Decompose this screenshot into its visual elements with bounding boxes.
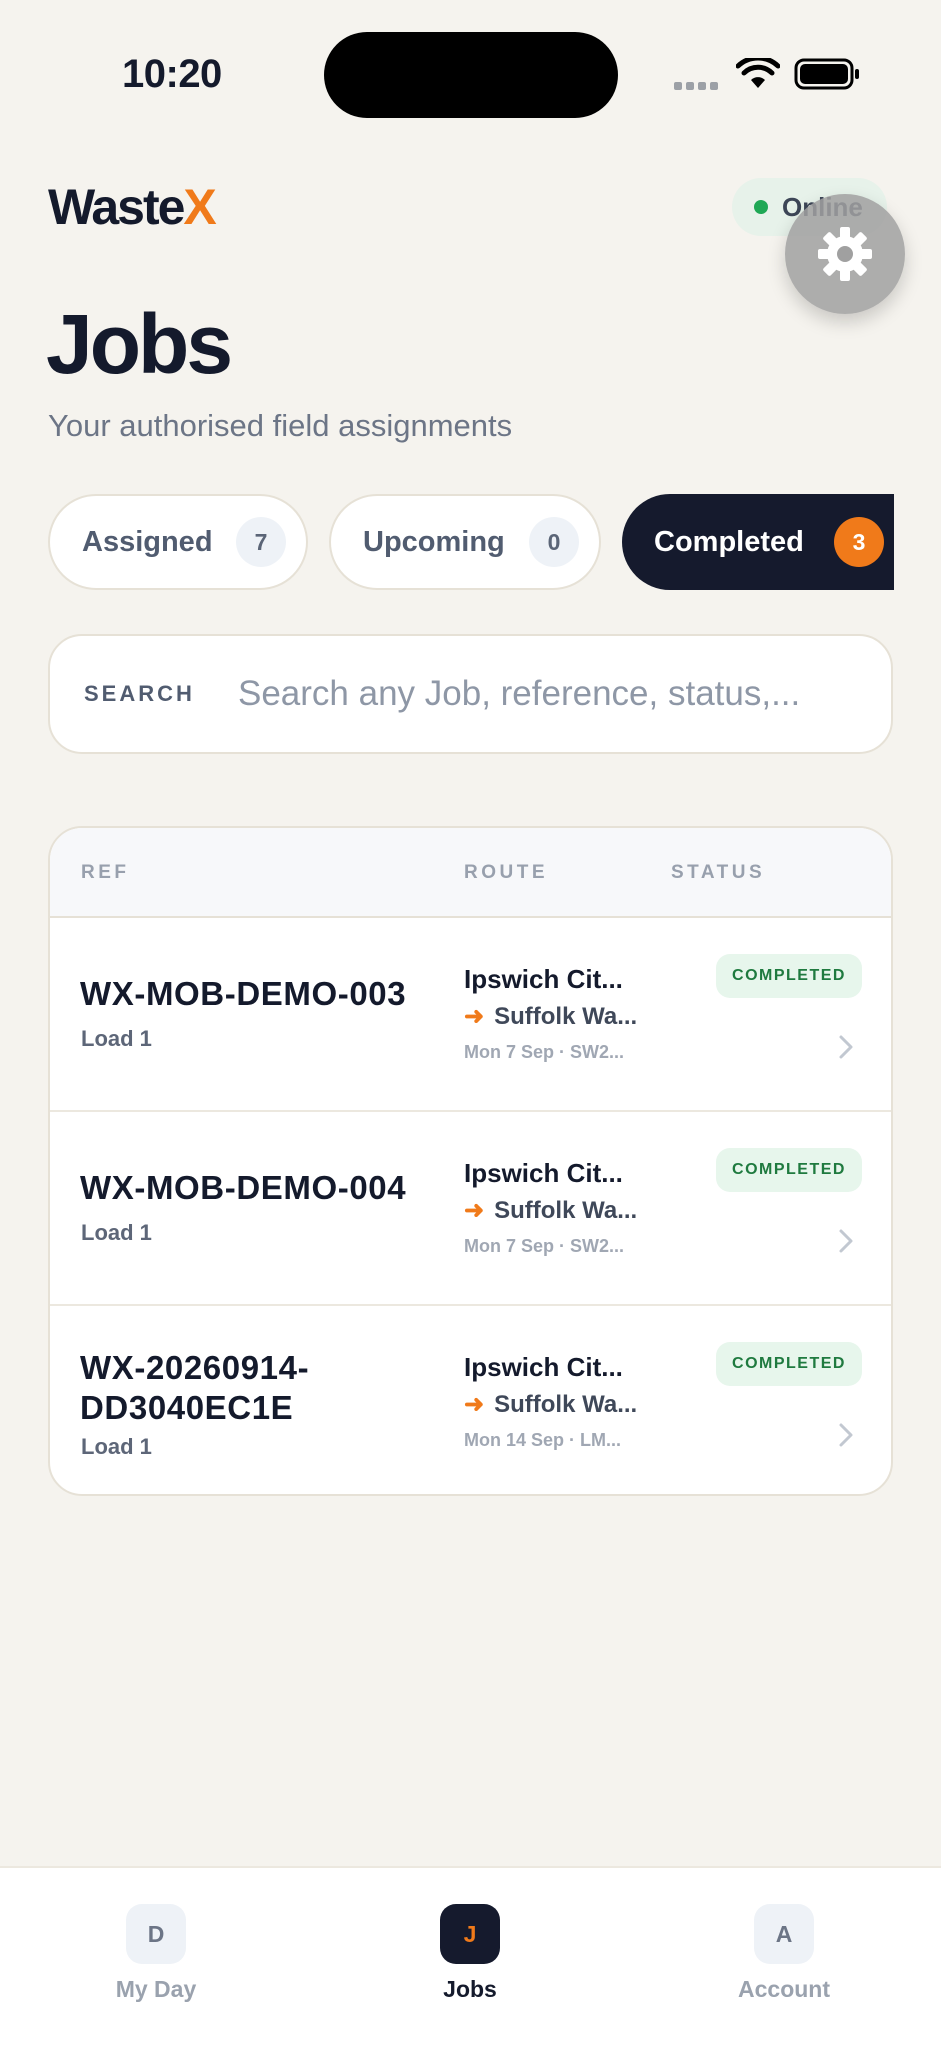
chevron-right-icon (839, 1423, 853, 1447)
nav-icon: D (126, 1904, 186, 1964)
settings-button[interactable] (785, 194, 905, 314)
bottom-navigation: D My Day J Jobs A Account (0, 1866, 941, 2050)
status-badge: COMPLETED (716, 1148, 862, 1192)
route-meta: Mon 7 Sep · SW2... (464, 1042, 625, 1062)
column-header-route: ROUTE (464, 862, 548, 883)
tab-label: Completed (654, 525, 804, 558)
gear-icon (818, 227, 872, 281)
route-to: Suffolk Wa... (494, 1391, 638, 1418)
nav-icon: A (754, 1904, 814, 1964)
job-ref: WX-20260914-DD3040EC1E (80, 1349, 310, 1426)
route-to: Suffolk Wa... (494, 1003, 638, 1030)
nav-icon: J (440, 1904, 500, 1964)
route-from: Ipswich Cit... (464, 1158, 623, 1188)
status-badge: COMPLETED (716, 1342, 862, 1386)
online-dot-icon (754, 200, 768, 214)
tab-label: Upcoming (363, 525, 505, 558)
nav-jobs[interactable]: J Jobs (380, 1904, 560, 2003)
page-title: Jobs (46, 297, 233, 391)
nav-label: Account (738, 1976, 830, 2002)
tab-upcoming[interactable]: Upcoming 0 (329, 494, 601, 590)
table-row[interactable]: WX-MOB-DEMO-004 Load 1 Ipswich Cit... ➜ S… (50, 1112, 891, 1306)
signal-icon (674, 82, 718, 90)
job-ref: WX-MOB-DEMO-003 (80, 975, 407, 1012)
table-header: REF ROUTE STATUS (50, 828, 891, 918)
tab-count-badge: 0 (529, 517, 579, 567)
wifi-icon (736, 58, 780, 88)
route-meta: Mon 7 Sep · SW2... (464, 1236, 625, 1256)
route-to: Suffolk Wa... (494, 1197, 638, 1224)
job-ref: WX-MOB-DEMO-004 (80, 1169, 407, 1206)
search-box[interactable]: SEARCH (48, 634, 893, 754)
job-load: Load 1 (81, 1434, 152, 1459)
status-time: 10:20 (122, 52, 222, 96)
job-load: Load 1 (81, 1026, 152, 1051)
column-header-status: STATUS (671, 862, 766, 883)
tab-count-badge: 3 (834, 517, 884, 567)
nav-label: Jobs (443, 1976, 497, 2002)
nav-account[interactable]: A Account (694, 1904, 874, 2003)
tab-assigned[interactable]: Assigned 7 (48, 494, 308, 590)
jobs-table: REF ROUTE STATUS WX-MOB-DEMO-003 Load 1 … (48, 826, 893, 1496)
job-load: Load 1 (81, 1220, 152, 1245)
search-input[interactable] (236, 673, 880, 715)
chevron-right-icon (839, 1035, 853, 1059)
page-subtitle: Your authorised field assignments (48, 408, 513, 443)
battery-icon (794, 58, 859, 90)
arrow-right-icon: ➜ (464, 1003, 485, 1030)
logo-text: Waste (48, 179, 185, 235)
nav-my-day[interactable]: D My Day (66, 1904, 246, 2003)
route-meta: Mon 14 Sep · LM... (464, 1430, 622, 1450)
chevron-right-icon (839, 1229, 853, 1253)
route-from: Ipswich Cit... (464, 1352, 623, 1382)
nav-label: My Day (115, 1976, 197, 2002)
wastex-logo: WasteX (48, 178, 217, 236)
dynamic-island (324, 32, 618, 118)
table-row[interactable]: WX-MOB-DEMO-003 Load 1 Ipswich Cit... ➜ S… (50, 918, 891, 1112)
tab-completed[interactable]: Completed 3 (622, 494, 894, 590)
tab-label: Assigned (82, 525, 213, 558)
arrow-right-icon: ➜ (464, 1391, 485, 1418)
tab-count-badge: 7 (236, 517, 286, 567)
table-row[interactable]: WX-20260914-DD3040EC1E Load 1 Ipswich Ci… (50, 1306, 891, 1494)
status-badge: COMPLETED (716, 954, 862, 998)
logo-accent: X (183, 179, 216, 235)
route-from: Ipswich Cit... (464, 964, 623, 994)
arrow-right-icon: ➜ (464, 1197, 485, 1224)
search-label: SEARCH (84, 681, 195, 706)
column-header-ref: REF (81, 862, 130, 883)
